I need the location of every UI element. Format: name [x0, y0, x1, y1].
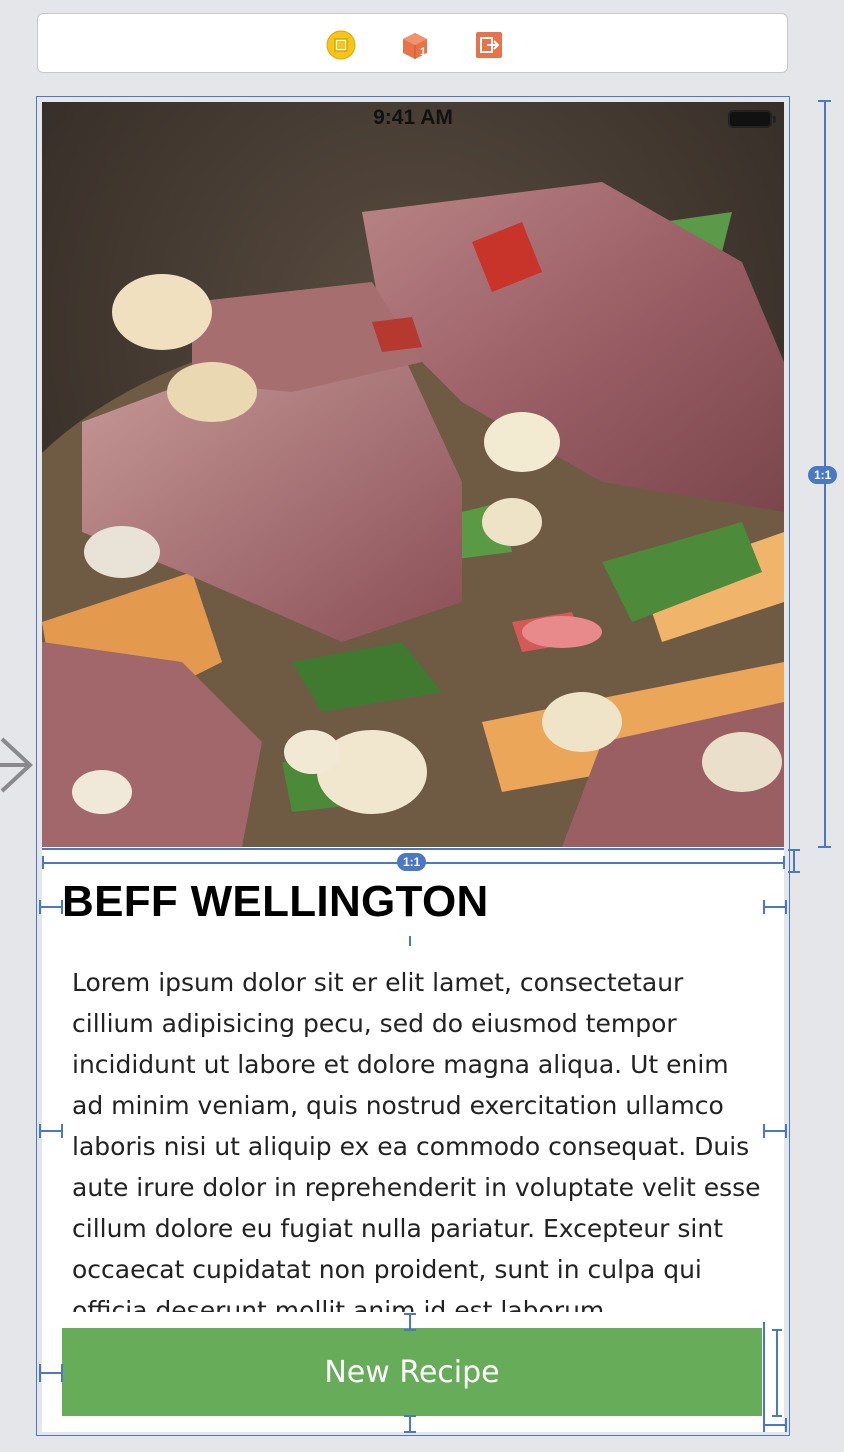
height-constraint-cap-top — [818, 100, 831, 102]
height-constraint-cap-bottom — [818, 846, 831, 848]
view-controller-icon[interactable] — [326, 30, 356, 60]
width-constraint-cap-right — [783, 856, 785, 869]
button-trailing-height-constraint-icon[interactable] — [760, 1320, 784, 1428]
vertical-spacing-constraint-icon[interactable] — [406, 936, 414, 948]
button-bottom-spacing-icon[interactable] — [402, 1414, 418, 1434]
entry-point-arrow-icon — [0, 737, 33, 793]
svg-text:1: 1 — [420, 46, 426, 58]
scene-dock: 1 — [37, 13, 788, 73]
spacing-constraint-icon[interactable] — [786, 848, 802, 874]
button-leading-constraint-icon[interactable] — [38, 1362, 64, 1384]
bottom-trailing-constraint-icon[interactable] — [762, 1416, 788, 1434]
leading-constraint-icon[interactable] — [38, 898, 64, 916]
aspect-ratio-badge-horizontal[interactable]: 1:1 — [397, 853, 427, 871]
exit-icon[interactable] — [474, 30, 504, 60]
image-bottom-edge — [42, 848, 784, 850]
button-top-spacing-icon[interactable] — [402, 1312, 418, 1332]
trailing-constraint-icon[interactable] — [762, 898, 788, 916]
view-controller-frame[interactable] — [36, 96, 790, 1436]
trailing-constraint-icon[interactable] — [762, 1122, 788, 1140]
aspect-ratio-badge-vertical[interactable]: 1:1 — [808, 466, 838, 484]
first-responder-icon[interactable]: 1 — [400, 30, 430, 60]
width-constraint-cap-left — [42, 856, 44, 869]
leading-constraint-icon[interactable] — [38, 1122, 64, 1140]
